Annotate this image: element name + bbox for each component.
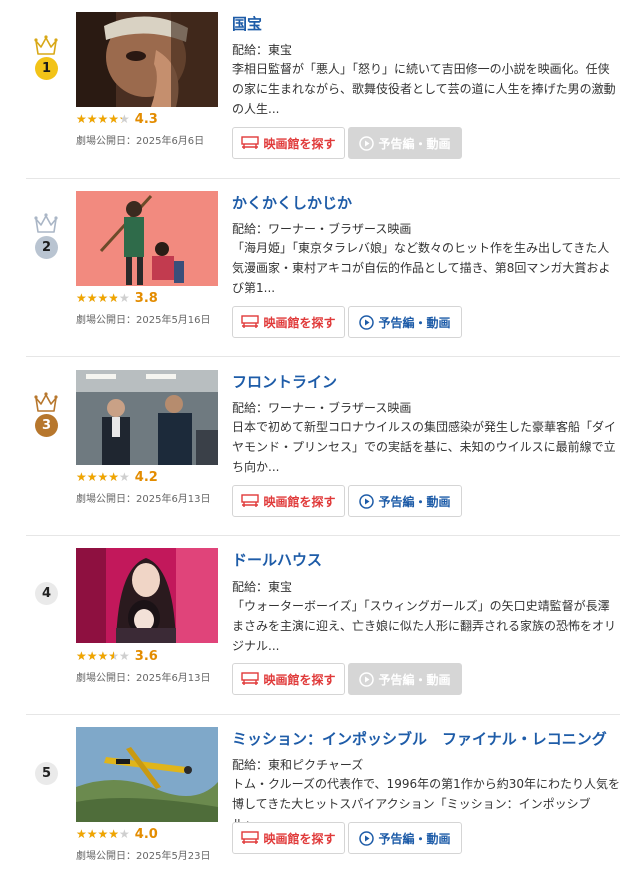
synopsis: 「ウォーターボーイズ」「スウィングガールズ」の矢口史靖監督が長澤まさみを主演に迎… [232, 599, 617, 653]
ranking-item: 3 ★★★★★★★★★★ 4.2 劇場公開日：2025年6月13日 フロントライ… [0, 357, 640, 535]
star-fill: ★★★★★ [76, 291, 117, 305]
rating: ★★★★★★★★★★ 3.6 [76, 648, 158, 664]
rating: ★★★★★★★★★★ 4.2 [76, 469, 158, 485]
play-circle-icon [359, 830, 375, 846]
play-circle-icon [359, 671, 375, 687]
distributor: 配給：東宝 [232, 580, 293, 594]
synopsis: 日本で初めて新型コロナウイルスの集団感染が発生した豪華客船「ダイヤモンド・プリン… [232, 420, 617, 474]
rating: ★★★★★★★★★★ 3.8 [76, 290, 158, 306]
release-date: 劇場公開日：2025年5月16日 [76, 315, 211, 326]
ranking-item: 2 ★★★★★★★★★★ 3.8 劇場公開日：2025年5月16日 かくかくしか… [0, 178, 640, 356]
movie-poster[interactable] [76, 12, 218, 107]
ranking-item: 1 ★★★★★★★★★★ 4.3 劇場公開日：2025年6月6日 国宝 配給：東… [0, 0, 640, 178]
rating-score: 3.6 [134, 648, 158, 664]
theater-seat-icon [241, 672, 260, 686]
movie-title[interactable]: かくかくしかじか [232, 192, 352, 213]
distributor: 配給：ワーナー・ブラザース映画 [232, 401, 412, 415]
rating: ★★★★★★★★★★ 4.0 [76, 826, 158, 842]
rating-score: 4.2 [134, 469, 158, 485]
theater-seat-icon [241, 136, 260, 150]
movie-title[interactable]: 国宝 [232, 13, 262, 34]
star-fill: ★★★★★ [76, 112, 122, 126]
trailer-label: 予告編・動画 [378, 136, 451, 151]
find-theater-button[interactable]: 映画館を探す [232, 663, 345, 695]
find-theater-label: 映画館を探す [263, 831, 336, 846]
trailer-label: 予告編・動画 [378, 315, 451, 330]
distributor: 配給：東和ピクチャーズ [232, 758, 364, 772]
play-circle-icon [359, 314, 375, 330]
trailer-button[interactable]: 予告編・動画 [348, 306, 462, 338]
rank-badge: 1 [35, 57, 58, 80]
synopsis: 「海月姫」「東京タラレバ娘」など数々のヒット作を生み出してきた人気漫画家・東村ア… [232, 241, 611, 295]
movie-title[interactable]: フロントライン [232, 371, 337, 392]
find-theater-label: 映画館を探す [263, 494, 336, 509]
movie-poster[interactable] [76, 370, 218, 465]
crown-icon [34, 213, 58, 233]
release-date: 劇場公開日：2025年6月6日 [76, 136, 205, 147]
rank-badge: 5 [35, 762, 58, 785]
movie-poster[interactable] [76, 727, 218, 822]
rating-score: 4.0 [134, 826, 158, 842]
movie-poster[interactable] [76, 191, 218, 286]
release-date: 劇場公開日：2025年5月23日 [76, 851, 211, 862]
find-theater-label: 映画館を探す [263, 315, 336, 330]
theater-seat-icon [241, 494, 260, 508]
star-fill: ★★★★★ [76, 470, 120, 484]
star-rating: ★★★★★★★★★★ [76, 827, 130, 841]
release-date: 劇場公開日：2025年6月13日 [76, 673, 211, 684]
find-theater-button[interactable]: 映画館を探す [232, 822, 345, 854]
trailer-label: 予告編・動画 [378, 672, 451, 687]
ranking-list: 1 ★★★★★★★★★★ 4.3 劇場公開日：2025年6月6日 国宝 配給：東… [0, 0, 640, 871]
find-theater-label: 映画館を探す [263, 672, 336, 687]
star-rating: ★★★★★★★★★★ [76, 649, 130, 663]
find-theater-button[interactable]: 映画館を探す [232, 485, 345, 517]
theater-seat-icon [241, 831, 260, 845]
find-theater-label: 映画館を探す [263, 136, 336, 151]
ranking-item: 5 ★★★★★★★★★★ 4.0 劇場公開日：2025年5月23日 ミッション：… [0, 715, 640, 871]
trailer-label: 予告編・動画 [378, 831, 451, 846]
rating-score: 3.8 [134, 290, 158, 306]
star-fill: ★★★★★ [76, 827, 120, 841]
release-date: 劇場公開日：2025年6月13日 [76, 494, 211, 505]
trailer-button[interactable]: 予告編・動画 [348, 127, 462, 159]
theater-seat-icon [241, 315, 260, 329]
find-theater-button[interactable]: 映画館を探す [232, 306, 345, 338]
rank-badge: 3 [35, 414, 58, 437]
trailer-button[interactable]: 予告編・動画 [348, 663, 462, 695]
trailer-label: 予告編・動画 [378, 494, 451, 509]
distributor: 配給：ワーナー・ブラザース映画 [232, 222, 412, 236]
find-theater-button[interactable]: 映画館を探す [232, 127, 345, 159]
movie-title[interactable]: ドールハウス [232, 549, 322, 570]
synopsis: 李相日監督が「悪人」「怒り」に続いて吉田修一の小説を映画化。任侠の家に生まれなが… [232, 62, 616, 116]
movie-title[interactable]: ミッション：インポッシブル ファイナル・レコニング [232, 728, 607, 749]
trailer-button[interactable]: 予告編・動画 [348, 485, 462, 517]
crown-icon [34, 392, 58, 412]
crown-icon [34, 35, 58, 55]
distributor: 配給：東宝 [232, 43, 293, 57]
movie-poster[interactable] [76, 548, 218, 643]
play-circle-icon [359, 493, 375, 509]
star-rating: ★★★★★★★★★★ [76, 291, 130, 305]
play-circle-icon [359, 135, 375, 151]
star-fill: ★★★★★ [76, 649, 114, 663]
trailer-button[interactable]: 予告編・動画 [348, 822, 462, 854]
star-rating: ★★★★★★★★★★ [76, 112, 130, 126]
rank-badge: 2 [35, 236, 58, 259]
rating: ★★★★★★★★★★ 4.3 [76, 111, 158, 127]
rating-score: 4.3 [134, 111, 158, 127]
ranking-item: 4 ★★★★★★★★★★ 3.6 劇場公開日：2025年6月13日 ドールハウス… [0, 536, 640, 714]
rank-badge: 4 [35, 582, 58, 605]
star-rating: ★★★★★★★★★★ [76, 470, 130, 484]
